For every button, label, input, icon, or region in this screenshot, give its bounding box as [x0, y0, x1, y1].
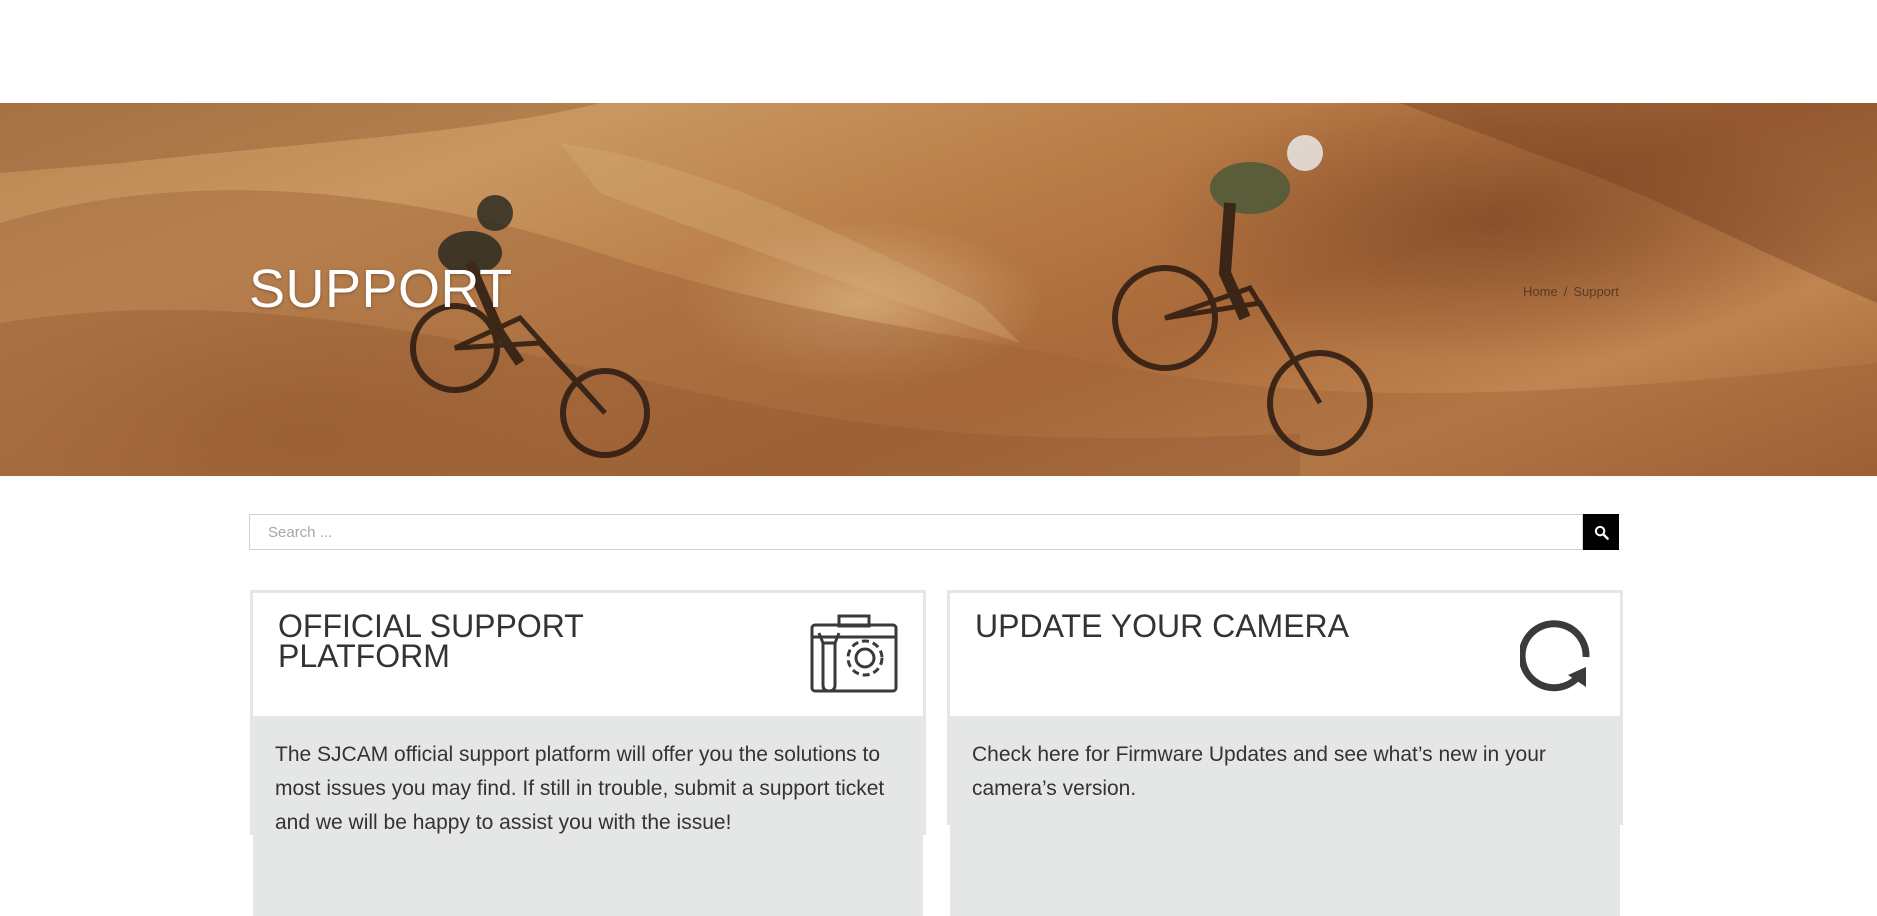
support-platform-card[interactable]: OFFICIAL SUPPORT PLATFORM The SJCAM offi…	[250, 590, 926, 916]
breadcrumb: Home / Support	[1523, 284, 1619, 299]
card-description: Check here for Firmware Updates and see …	[950, 716, 1620, 916]
search-icon	[1594, 525, 1609, 540]
card-title: OFFICIAL SUPPORT PLATFORM	[278, 608, 584, 674]
search-input[interactable]	[249, 514, 1583, 550]
page-title: SUPPORT	[249, 259, 513, 319]
top-header-bar	[0, 0, 1877, 103]
toolbox-gear-icon	[810, 614, 898, 693]
card-header: OFFICIAL SUPPORT PLATFORM	[253, 593, 923, 716]
refresh-icon	[1520, 620, 1590, 692]
update-camera-card[interactable]: UPDATE YOUR CAMERA Check here for Firmwa…	[947, 590, 1623, 916]
breadcrumb-home-link[interactable]: Home	[1523, 284, 1558, 299]
breadcrumb-separator: /	[1563, 284, 1568, 299]
card-title: UPDATE YOUR CAMERA	[975, 608, 1349, 644]
card-header: UPDATE YOUR CAMERA	[950, 593, 1620, 716]
search-button[interactable]	[1583, 514, 1619, 550]
breadcrumb-current: Support	[1573, 284, 1619, 299]
search-bar	[249, 514, 1619, 550]
hero-banner: SUPPORT Home / Support	[0, 103, 1877, 476]
card-description: The SJCAM official support platform will…	[253, 716, 923, 916]
